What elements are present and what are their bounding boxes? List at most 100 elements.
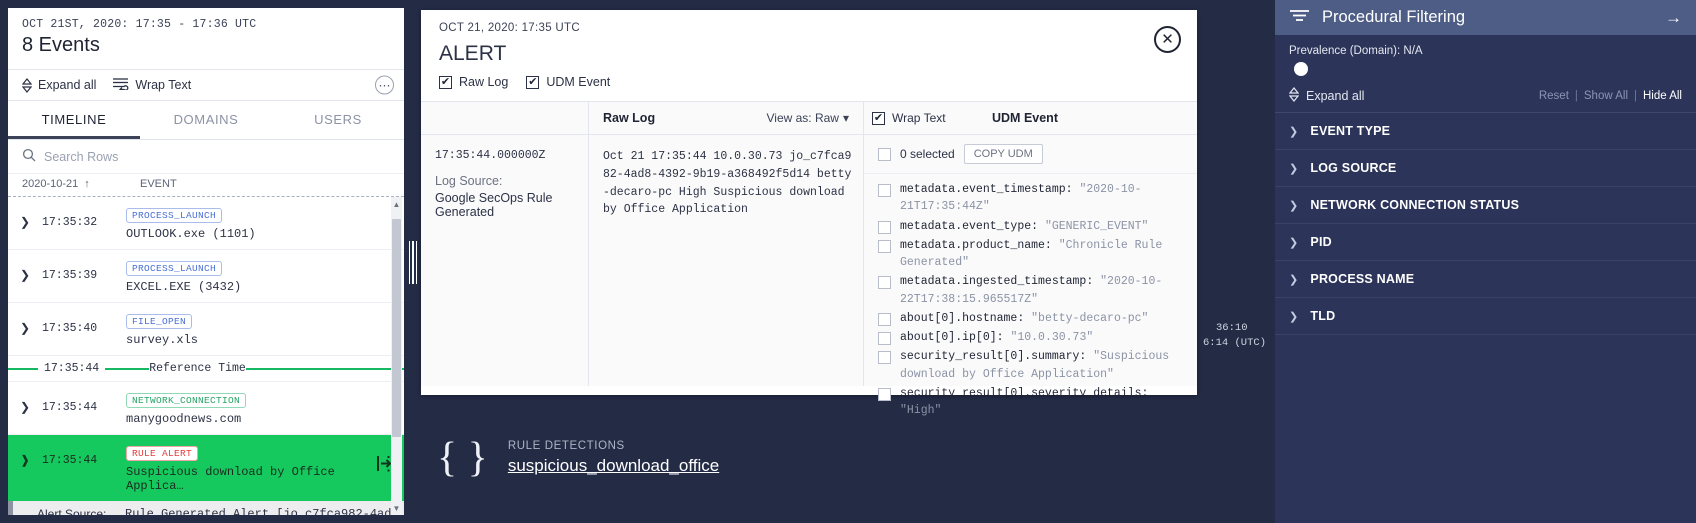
row-expand-caret-icon[interactable]: ❯ <box>8 390 42 414</box>
raw-log-checkbox-label: Raw Log <box>459 75 508 89</box>
raw-log-header-bar: Raw Log View as: Raw ▾ <box>589 102 863 135</box>
list-item[interactable]: metadata.event_timestamp: "2020-10-21T17… <box>864 180 1197 217</box>
row-time: 17:35:40 <box>42 311 126 335</box>
prevalence-slider-knob[interactable] <box>1294 62 1308 76</box>
separator: | <box>1634 90 1637 102</box>
udm-field-checkbox[interactable] <box>878 351 891 364</box>
close-icon[interactable]: ✕ <box>1154 26 1181 53</box>
panel-drag-handle[interactable] <box>409 240 417 285</box>
row-time: 17:35:39 <box>42 258 126 282</box>
udm-field-checkbox[interactable] <box>878 276 891 289</box>
alert-dialog-header: OCT 21, 2020: 17:35 UTC ALERT ✔ Raw Log … <box>421 10 1197 89</box>
tab-domains[interactable]: DOMAINS <box>140 101 272 139</box>
alert-row-time: 17:35:44 <box>42 443 126 467</box>
rule-detection-name-link[interactable]: suspicious_download_office <box>508 456 719 476</box>
alert-source-value: Rule Generated Alert [jo_c7fca982-4ad… <box>125 507 399 515</box>
table-row[interactable]: ❯ 17:35:39 PROCESS_LAUNCH EXCEL.EXE (343… <box>8 250 404 303</box>
row-expand-caret-icon[interactable]: ❯ <box>8 205 42 229</box>
udm-field-checkbox[interactable] <box>878 388 891 401</box>
wrap-text-label: Wrap Text <box>135 78 191 92</box>
chevron-right-icon: ❯ <box>1289 310 1298 323</box>
row-expand-caret-icon[interactable]: ❯ <box>8 258 42 282</box>
udm-event-header: UDM Event <box>984 111 1058 125</box>
search-icon <box>22 148 36 165</box>
search-rows-placeholder: Search Rows <box>44 150 118 164</box>
filter-group-log-source[interactable]: ❯ LOG SOURCE <box>1275 150 1696 187</box>
wrap-text-button[interactable]: Wrap Text <box>112 77 191 93</box>
timeline-tick-1: 36:10 <box>1216 322 1248 334</box>
table-row[interactable]: ❯ 17:35:44 NETWORK_CONNECTION manygoodne… <box>8 382 404 435</box>
events-rows-container: ❯ 17:35:32 PROCESS_LAUNCH OUTLOOK.exe (1… <box>8 197 404 515</box>
udm-select-all-checkbox[interactable] <box>878 148 891 161</box>
rule-alert-chip: RULE ALERT <box>126 446 198 461</box>
column-date-label: 2020-10-21 <box>22 178 78 190</box>
row-event-label: survey.xls <box>126 333 396 347</box>
curly-brace-icon: { } <box>437 437 488 479</box>
expand-all-button[interactable]: Expand all <box>22 78 96 93</box>
reference-time-label: Reference Time <box>149 362 246 375</box>
table-row[interactable]: ❯ 17:35:40 FILE_OPEN survey.xls <box>8 303 404 356</box>
events-tabs: TIMELINE DOMAINS USERS <box>8 101 404 140</box>
row-expand-caret-icon[interactable]: ❯ <box>8 311 42 335</box>
raw-log-checkbox[interactable]: ✔ Raw Log <box>439 75 508 89</box>
alert-timestamp: OCT 21, 2020: 17:35 UTC <box>439 22 1179 34</box>
more-options-icon[interactable]: ⋯ <box>375 76 394 95</box>
copy-udm-button[interactable]: COPY UDM <box>964 144 1043 164</box>
tab-timeline[interactable]: TIMELINE <box>8 101 140 139</box>
udm-field-value: "10.0.30.73" <box>1010 331 1093 344</box>
scroll-up-arrow-icon[interactable]: ▲ <box>391 197 402 211</box>
table-row-alert-selected[interactable]: ❱ 17:35:44 RULE ALERT Suspicious downloa… <box>8 435 404 501</box>
chevron-right-icon: ❯ <box>1289 125 1298 138</box>
hide-all-link[interactable]: Hide All <box>1643 90 1682 102</box>
udm-event-checkbox[interactable]: ✔ UDM Event <box>526 75 610 89</box>
list-item[interactable]: about[0].ip[0]: "10.0.30.73" <box>864 328 1197 347</box>
list-item[interactable]: about[0].hostname: "betty-decaro-pc" <box>864 309 1197 328</box>
filter-group-event-type[interactable]: ❯ EVENT TYPE <box>1275 113 1696 150</box>
table-row[interactable]: ❯ 17:35:32 PROCESS_LAUNCH OUTLOOK.exe (1… <box>8 197 404 250</box>
udm-field-checkbox[interactable] <box>878 240 891 253</box>
list-item[interactable]: metadata.ingested_timestamp: "2020-10-22… <box>864 272 1197 309</box>
udm-field-value: "betty-decaro-pc" <box>1031 312 1148 325</box>
udm-field-checkbox[interactable] <box>878 332 891 345</box>
search-rows-input[interactable]: Search Rows <box>8 140 404 174</box>
tab-users[interactable]: USERS <box>272 101 404 139</box>
list-item[interactable]: security_result[0].severity_details: "Hi… <box>864 384 1197 421</box>
udm-event-column: ✔ Wrap Text UDM Event 0 selected COPY UD… <box>864 102 1197 386</box>
reset-link[interactable]: Reset <box>1539 90 1569 102</box>
filter-group-process-name[interactable]: ❯ PROCESS NAME <box>1275 261 1696 298</box>
log-source-value: Google SecOps Rule Generated <box>421 188 588 219</box>
alert-meta-header <box>421 102 588 135</box>
udm-field-key: security_result[0].summary: <box>900 350 1086 363</box>
filter-group-label: TLD <box>1310 309 1335 323</box>
collapse-panel-arrow-icon[interactable]: → <box>1665 8 1682 28</box>
list-item[interactable]: metadata.product_name: "Chronicle Rule G… <box>864 236 1197 273</box>
scroll-down-arrow-icon[interactable]: ▼ <box>391 501 402 515</box>
row-event-type-chip: FILE_OPEN <box>126 314 192 329</box>
udm-field-checkbox[interactable] <box>878 184 891 197</box>
sort-ascending-icon[interactable]: ↑ <box>84 178 90 190</box>
row-event-label: manygoodnews.com <box>126 412 396 426</box>
view-as-dropdown[interactable]: View as: Raw ▾ <box>766 111 849 125</box>
wrap-text-checkbox[interactable]: ✔ <box>872 112 885 125</box>
row-collapse-caret-icon[interactable]: ❱ <box>8 443 42 467</box>
row-event-type-chip: PROCESS_LAUNCH <box>126 208 222 223</box>
chevron-right-icon: ❯ <box>1289 162 1298 175</box>
expand-collapse-icon <box>22 78 32 93</box>
scrollbar-thumb[interactable] <box>392 219 401 437</box>
alert-event-time: 17:35:44.000000Z <box>421 135 588 162</box>
events-scrollbar[interactable]: ▲ ▼ <box>391 197 402 515</box>
udm-field-checkbox[interactable] <box>878 221 891 234</box>
events-panel-header: OCT 21ST, 2020: 17:35 - 17:36 UTC 8 Even… <box>8 8 404 61</box>
filter-group-label: EVENT TYPE <box>1310 124 1390 138</box>
list-item[interactable]: metadata.event_type: "GENERIC_EVENT" <box>864 217 1197 236</box>
checkbox-checked-icon: ✔ <box>439 76 452 89</box>
filter-group-network-connection-status[interactable]: ❯ NETWORK CONNECTION STATUS <box>1275 187 1696 224</box>
filter-expand-all-button[interactable]: Expand all <box>1289 87 1364 105</box>
show-all-link[interactable]: Show All <box>1584 90 1628 102</box>
filter-group-tld[interactable]: ❯ TLD <box>1275 298 1696 335</box>
udm-field-checkbox[interactable] <box>878 313 891 326</box>
chevron-right-icon: ❯ <box>1289 199 1298 212</box>
udm-field-key: about[0].ip[0]: <box>900 331 1004 344</box>
filter-group-pid[interactable]: ❯ PID <box>1275 224 1696 261</box>
list-item[interactable]: security_result[0].summary: "Suspicious … <box>864 347 1197 384</box>
